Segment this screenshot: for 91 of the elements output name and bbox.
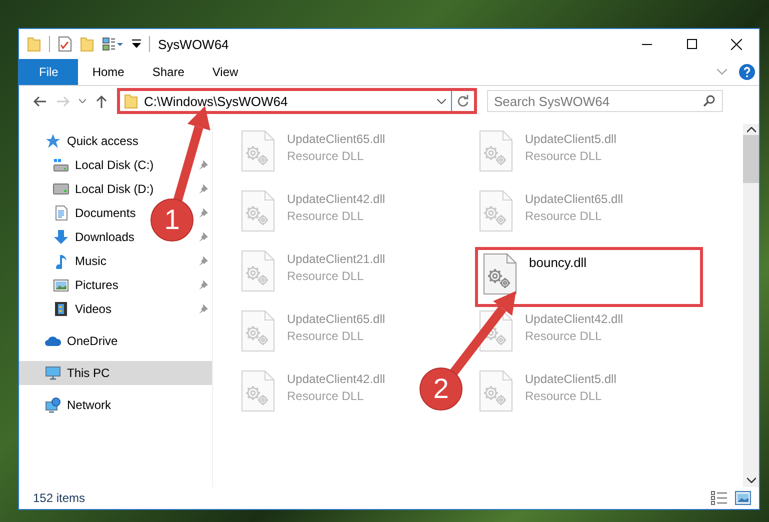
dll-file-icon (479, 370, 513, 412)
pin-icon[interactable] (198, 280, 208, 290)
dll-file-icon (241, 310, 275, 352)
details-view-icon[interactable] (711, 491, 727, 505)
file-type: Resource DLL (287, 389, 365, 403)
file-type: Resource DLL (287, 269, 365, 283)
scrollbar-thumb[interactable] (743, 135, 759, 183)
file-item[interactable]: bouncy.dll (475, 247, 703, 307)
dll-file-icon (479, 130, 513, 172)
videos-icon (53, 301, 69, 317)
pictures-icon (53, 277, 69, 293)
checked-document-icon[interactable] (58, 36, 72, 52)
folder-icon[interactable] (27, 36, 41, 52)
pc-icon (45, 365, 61, 381)
ribbon-tab[interactable]: View (198, 59, 252, 85)
sidebar-item[interactable]: OneDrive (19, 329, 212, 353)
sidebar-item[interactable]: Network (19, 393, 212, 417)
dll-file-icon (483, 253, 517, 295)
sidebar-item[interactable]: Videos (19, 297, 114, 321)
sidebar-item[interactable]: Local Disk (C:) (19, 153, 156, 177)
scroll-up-icon[interactable] (746, 127, 756, 133)
file-type: Resource DLL (287, 329, 365, 343)
file-name: UpdateClient65.dll (287, 132, 386, 146)
scroll-down-icon[interactable] (746, 477, 756, 483)
dll-file-icon (479, 310, 513, 352)
pin-icon[interactable] (198, 232, 208, 242)
downloads-icon (53, 229, 69, 245)
item-count: 152 items (33, 491, 86, 505)
music-icon (53, 253, 69, 269)
scrollbar[interactable] (743, 124, 759, 487)
maximize-icon (686, 39, 696, 49)
ribbon-tab[interactable]: Home (78, 59, 138, 85)
sidebar-item[interactable]: Documents (19, 201, 138, 225)
back-arrow-icon[interactable] (32, 96, 46, 106)
drive-windows-icon (53, 157, 69, 173)
dll-file-icon (241, 250, 275, 292)
properties-icon[interactable] (102, 36, 124, 52)
address-bar[interactable]: C:\Windows\SysWOW64 (117, 88, 477, 114)
dll-file-icon (241, 130, 275, 172)
recent-locations-icon[interactable] (78, 99, 86, 103)
drive-icon (53, 181, 69, 197)
file-name: UpdateClient65.dll (287, 312, 386, 326)
sidebar-item[interactable]: Quick access (19, 129, 212, 153)
sidebar-item[interactable]: Local Disk (D:) (19, 177, 156, 201)
file-type: Resource DLL (525, 149, 603, 163)
refresh-icon[interactable] (457, 95, 469, 107)
file-name: bouncy.dll (529, 255, 587, 270)
folder-icon[interactable] (124, 93, 138, 109)
file-name: UpdateClient42.dll (287, 192, 386, 206)
window-title: SysWOW64 (158, 36, 229, 52)
callout-number: 2 (432, 372, 450, 406)
file-name: UpdateClient42.dll (525, 312, 624, 326)
file-type: Resource DLL (525, 209, 603, 223)
sidebar-item[interactable]: Pictures (19, 273, 120, 297)
search-icon[interactable] (703, 95, 715, 107)
file-type: Resource DLL (287, 209, 365, 223)
up-arrow-icon[interactable] (96, 94, 106, 108)
folder-icon[interactable] (80, 36, 94, 52)
large-icons-view-icon[interactable] (735, 491, 751, 505)
file-name: UpdateClient5.dll (525, 132, 616, 146)
search-field[interactable]: Search SysWOW64 (487, 90, 723, 112)
pin-icon[interactable] (198, 184, 208, 194)
pin-icon[interactable] (198, 256, 208, 266)
pin-icon[interactable] (198, 160, 208, 170)
file-type: Resource DLL (525, 389, 603, 403)
dropdown-chevron-icon[interactable] (436, 98, 446, 104)
sidebar-item[interactable]: Music (19, 249, 108, 273)
star-icon (45, 133, 61, 149)
file-name: UpdateClient42.dll (287, 372, 386, 386)
expand-ribbon-icon[interactable] (717, 69, 727, 75)
sidebar-item[interactable]: Downloads (19, 225, 136, 249)
sidebar-item[interactable]: This PC (19, 361, 212, 385)
address-path: C:\Windows\SysWOW64 (144, 94, 289, 108)
ribbon-tab[interactable]: Share (138, 59, 198, 85)
callout-number: 1 (163, 203, 181, 237)
dll-file-icon (241, 190, 275, 232)
file-type: Resource DLL (525, 329, 603, 343)
dll-file-icon (241, 370, 275, 412)
file-menu-tab[interactable]: File (19, 59, 78, 85)
customize-dropdown-icon[interactable] (132, 39, 141, 49)
file-name: UpdateClient5.dll (525, 372, 616, 386)
help-icon[interactable] (739, 64, 755, 80)
file-name: UpdateClient65.dll (525, 192, 624, 206)
file-type: Resource DLL (287, 149, 365, 163)
pin-icon[interactable] (198, 208, 208, 218)
file-name: UpdateClient21.dll (287, 252, 386, 266)
documents-icon (53, 205, 69, 221)
dll-file-icon (479, 190, 513, 232)
close-icon (731, 38, 742, 50)
pin-icon[interactable] (198, 304, 208, 314)
network-icon (45, 397, 61, 413)
